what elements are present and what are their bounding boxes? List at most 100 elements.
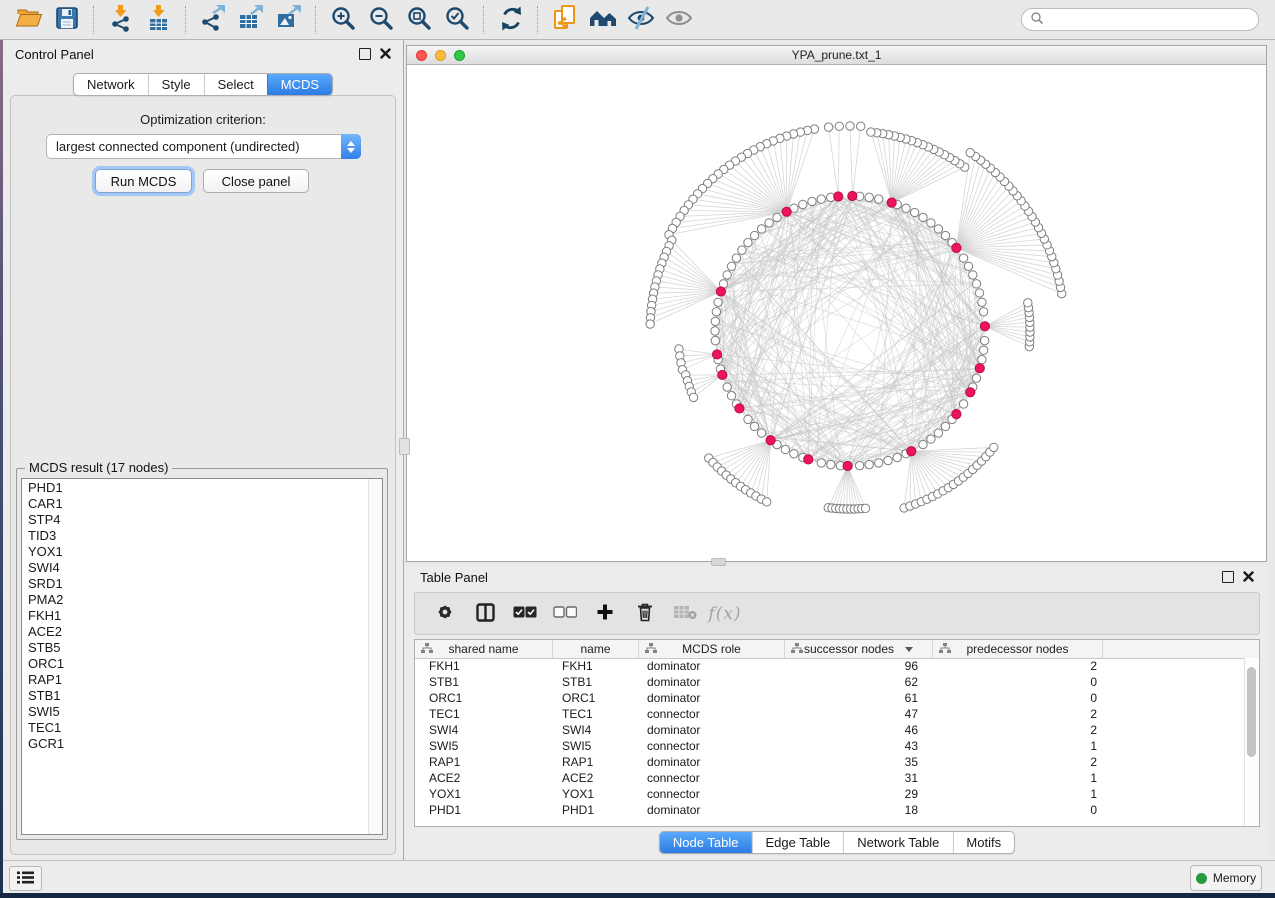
run-mcds-button[interactable]: Run MCDS [95, 169, 192, 193]
column-header-shared-name[interactable]: shared name [415, 640, 553, 658]
close-panel-icon[interactable] [380, 47, 391, 62]
mcds-result-item[interactable]: STP4 [22, 512, 368, 528]
open-session-button[interactable] [10, 4, 48, 36]
tab-style[interactable]: Style [148, 74, 204, 95]
mcds-result-item[interactable]: RAP1 [22, 672, 368, 688]
zoom-out-button[interactable] [362, 4, 400, 36]
refresh-view-button[interactable] [492, 4, 530, 36]
table-cell: dominator [639, 675, 785, 689]
mcds-result-item[interactable]: TEC1 [22, 720, 368, 736]
export-image-button[interactable] [270, 4, 308, 36]
show-columns-button[interactable] [471, 600, 499, 628]
table-cell: STB1 [415, 675, 553, 689]
column-header-name[interactable]: name [553, 640, 639, 658]
zoom-fit-icon [406, 5, 433, 35]
search-input[interactable] [1044, 12, 1258, 28]
table-cell: 31 [785, 771, 933, 785]
table-row[interactable]: ORC1ORC1dominator610 [415, 690, 1245, 706]
table-row[interactable]: PHD1PHD1dominator180 [415, 802, 1245, 818]
tab-node-table[interactable]: Node Table [660, 832, 752, 853]
function-builder-button[interactable]: f(x) [711, 600, 739, 628]
table-row[interactable]: YOX1YOX1connector291 [415, 786, 1245, 802]
delete-table-button[interactable] [671, 600, 699, 628]
houses-icon [588, 5, 618, 34]
tab-edge-table[interactable]: Edge Table [751, 832, 843, 853]
mcds-result-item[interactable]: FKH1 [22, 608, 368, 624]
zoom-selected-button[interactable] [438, 4, 476, 36]
zoom-in-button[interactable] [324, 4, 362, 36]
close-panel-icon[interactable] [1243, 570, 1254, 585]
tab-select[interactable]: Select [204, 74, 267, 95]
table-row[interactable]: ACE2ACE2connector311 [415, 770, 1245, 786]
search-field[interactable] [1021, 8, 1259, 31]
export-network-button[interactable] [194, 4, 232, 36]
mcds-result-item[interactable]: SWI4 [22, 560, 368, 576]
optimization-criterion-select[interactable]: largest connected component (undirected) [46, 134, 361, 159]
table-cell: TEC1 [415, 707, 553, 721]
table-cell: ACE2 [553, 771, 639, 785]
import-table-button[interactable] [140, 4, 178, 36]
mcds-result-item[interactable]: ACE2 [22, 624, 368, 640]
zoom-fit-button[interactable] [400, 4, 438, 36]
mcds-result-item[interactable]: ORC1 [22, 656, 368, 672]
table-row[interactable]: STB1STB1dominator620 [415, 674, 1245, 690]
mcds-result-item[interactable]: SWI5 [22, 704, 368, 720]
export-table-button[interactable] [232, 4, 270, 36]
mcds-result-item[interactable]: SRD1 [22, 576, 368, 592]
zoom-out-icon [368, 5, 395, 35]
table-scrollbar[interactable] [1244, 658, 1259, 826]
network-window-titlebar[interactable]: YPA_prune.txt_1 [407, 46, 1266, 65]
tab-motifs[interactable]: Motifs [952, 832, 1014, 853]
hide-selected-button[interactable] [622, 4, 660, 36]
mcds-result-item[interactable]: GCR1 [22, 736, 368, 752]
table-row[interactable]: RAP1RAP1dominator352 [415, 754, 1245, 770]
network-canvas[interactable] [407, 65, 1266, 561]
tab-network-table[interactable]: Network Table [843, 832, 952, 853]
duplicate-network-button[interactable] [546, 4, 584, 36]
mcds-result-item[interactable]: CAR1 [22, 496, 368, 512]
splitter-handle[interactable] [399, 438, 410, 455]
save-session-button[interactable] [48, 4, 86, 36]
table-row[interactable]: SWI4SWI4dominator462 [415, 722, 1245, 738]
network-window-title: YPA_prune.txt_1 [407, 48, 1266, 62]
mcds-result-item[interactable]: STB5 [22, 640, 368, 656]
table-options-button[interactable] [431, 600, 459, 628]
show-all-button[interactable] [584, 4, 622, 36]
selected-criterion: largest connected component (undirected) [47, 139, 341, 154]
mcds-result-item[interactable]: TID3 [22, 528, 368, 544]
float-panel-icon[interactable] [359, 48, 371, 60]
table-cell: FKH1 [553, 659, 639, 673]
table-scrollbar-thumb[interactable] [1247, 667, 1256, 757]
mcds-result-listbox[interactable]: PHD1CAR1STP4TID3YOX1SWI4SRD1PMA2FKH1ACE2… [21, 478, 383, 835]
mcds-result-item[interactable]: STB1 [22, 688, 368, 704]
column-header-predecessor-nodes[interactable]: predecessor nodes [933, 640, 1103, 658]
import-network-button[interactable] [102, 4, 140, 36]
deselect-all-button[interactable] [551, 600, 579, 628]
show-hidden-button[interactable] [660, 4, 698, 36]
column-label: successor nodes [804, 642, 894, 656]
close-panel-button[interactable]: Close panel [203, 169, 309, 193]
table-row[interactable]: SWI5SWI5connector431 [415, 738, 1245, 754]
plus-icon [596, 603, 614, 624]
mcds-list-scrollbar[interactable] [368, 479, 382, 834]
toolbar-separator [483, 6, 485, 34]
tab-mcds[interactable]: MCDS [267, 74, 332, 95]
task-history-button[interactable] [9, 866, 42, 891]
mcds-result-item[interactable]: PMA2 [22, 592, 368, 608]
main-toolbar [0, 0, 1275, 40]
delete-columns-button[interactable] [631, 600, 659, 628]
tab-network[interactable]: Network [74, 74, 148, 95]
float-panel-icon[interactable] [1222, 571, 1234, 583]
toolbar-separator [93, 6, 95, 34]
table-row[interactable]: FKH1FKH1dominator962 [415, 658, 1245, 674]
column-header-mcds-role[interactable]: MCDS role [639, 640, 785, 658]
mcds-result-item[interactable]: PHD1 [22, 480, 368, 496]
splitter-handle[interactable] [711, 558, 726, 566]
mcds-result-item[interactable]: YOX1 [22, 544, 368, 560]
open-folder-icon [15, 5, 43, 34]
select-all-button[interactable] [511, 600, 539, 628]
table-row[interactable]: TEC1TEC1connector472 [415, 706, 1245, 722]
memory-button[interactable]: Memory [1190, 865, 1262, 891]
create-column-button[interactable] [591, 600, 619, 628]
column-header-successor-nodes[interactable]: successor nodes [785, 640, 933, 658]
